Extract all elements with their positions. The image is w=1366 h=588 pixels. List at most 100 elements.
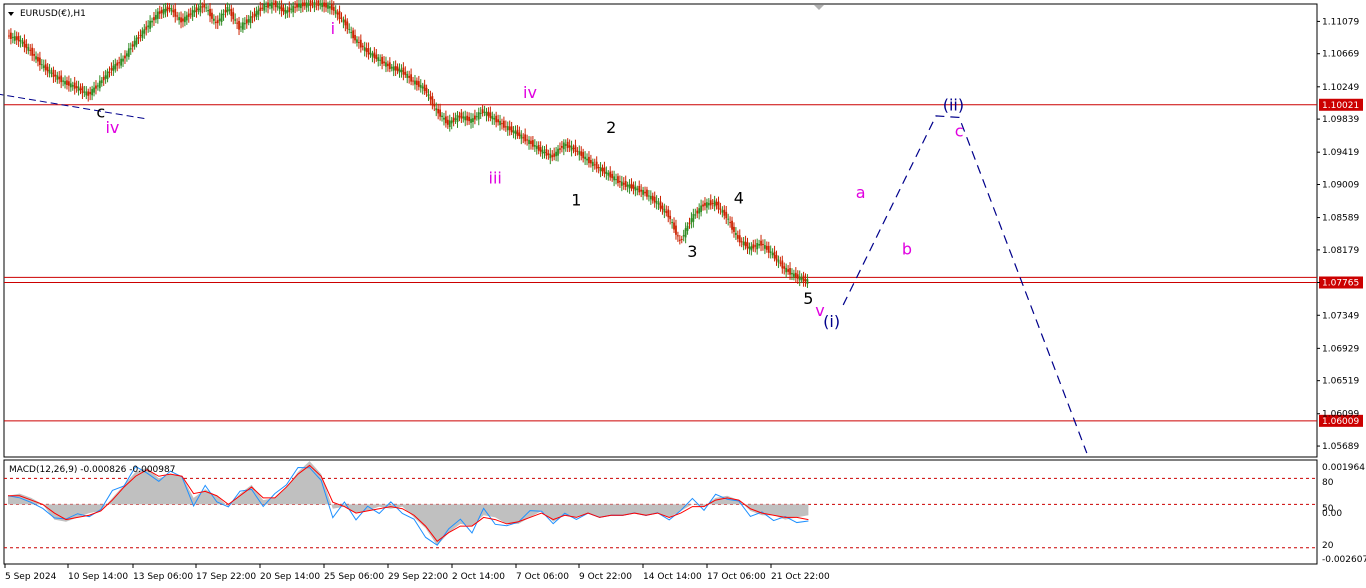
candle-body bbox=[673, 222, 675, 230]
candle-body bbox=[435, 108, 438, 111]
wave-label[interactable]: (i) bbox=[823, 312, 840, 331]
candle-body bbox=[740, 241, 743, 243]
candle-body bbox=[717, 201, 720, 210]
candle-body bbox=[232, 12, 235, 20]
candle-body bbox=[73, 82, 76, 89]
candle-body bbox=[404, 71, 407, 75]
candle-body bbox=[518, 132, 521, 137]
candle-body bbox=[58, 76, 61, 80]
candle-body bbox=[392, 66, 395, 71]
candle-body bbox=[17, 35, 20, 42]
candle-body bbox=[603, 167, 606, 174]
candle-body bbox=[555, 151, 557, 157]
candle-body bbox=[599, 167, 602, 172]
candle-body bbox=[651, 195, 654, 201]
candle-body bbox=[574, 145, 577, 152]
candle-body bbox=[425, 87, 428, 94]
candle-body bbox=[313, 1, 316, 8]
wave-label[interactable]: iv bbox=[105, 118, 119, 137]
candle-body bbox=[356, 39, 358, 43]
candle-body bbox=[151, 20, 153, 23]
candle-body bbox=[251, 16, 254, 18]
candle-body bbox=[100, 80, 103, 84]
wave-label[interactable]: c bbox=[955, 121, 964, 140]
wave-label[interactable]: a bbox=[856, 183, 866, 202]
price-level-tag-text: 1.07765 bbox=[1322, 278, 1359, 288]
candle-body bbox=[180, 17, 182, 23]
candle-body bbox=[344, 19, 347, 26]
candle-body bbox=[91, 89, 93, 96]
candle-body bbox=[704, 202, 706, 206]
candle-body bbox=[400, 69, 403, 72]
candle-body bbox=[559, 148, 561, 150]
candle-body bbox=[50, 72, 53, 74]
candle-body bbox=[576, 150, 579, 152]
candle-body bbox=[139, 34, 142, 36]
candle-body bbox=[731, 220, 733, 230]
candle-body bbox=[383, 61, 385, 64]
candle-body bbox=[338, 11, 341, 19]
candle-body bbox=[448, 120, 451, 128]
candle-body bbox=[545, 149, 548, 156]
candle-body bbox=[744, 241, 747, 247]
candle-body bbox=[735, 232, 737, 235]
candle-body bbox=[340, 17, 343, 19]
x-tick-label: 5 Sep 2024 bbox=[5, 572, 57, 582]
candle-body bbox=[802, 275, 805, 282]
y-tick-label: 1.06929 bbox=[1322, 344, 1359, 354]
candle-body bbox=[31, 47, 34, 56]
candle-body bbox=[508, 126, 511, 131]
candle-body bbox=[474, 115, 476, 120]
candle-body bbox=[296, 3, 298, 8]
candle-body bbox=[692, 213, 695, 222]
wave-label[interactable]: b bbox=[902, 240, 912, 259]
candle-body bbox=[433, 103, 436, 107]
candle-body bbox=[762, 243, 764, 246]
candle-body bbox=[551, 155, 554, 158]
candle-body bbox=[504, 126, 507, 128]
candle-body bbox=[242, 22, 244, 30]
candle-body bbox=[358, 42, 360, 44]
y-tick-label: 1.06099 bbox=[1322, 410, 1359, 420]
candle-body bbox=[135, 37, 138, 45]
candle-body bbox=[591, 161, 594, 167]
candle-body bbox=[257, 9, 260, 15]
candle-body bbox=[665, 211, 668, 213]
x-tick-label: 21 Oct 22:00 bbox=[771, 572, 830, 582]
candle-body bbox=[793, 273, 795, 277]
candle-body bbox=[369, 52, 372, 55]
candle-body bbox=[568, 145, 571, 148]
wave-label[interactable]: 2 bbox=[606, 118, 616, 137]
candle-body bbox=[261, 7, 264, 9]
wave-label[interactable]: 1 bbox=[571, 191, 581, 210]
wave-label[interactable]: i bbox=[331, 19, 335, 38]
candle-body bbox=[203, 3, 206, 8]
candle-body bbox=[298, 4, 300, 8]
candle-body bbox=[760, 240, 762, 246]
wave-label[interactable]: c bbox=[96, 102, 105, 121]
candle-body bbox=[350, 32, 353, 34]
price-y-axis: 1.100211.077651.060091.110791.106691.102… bbox=[1317, 17, 1363, 452]
candle-body bbox=[798, 276, 801, 281]
candle-body bbox=[68, 81, 70, 86]
candle-body bbox=[346, 21, 349, 30]
candle-body bbox=[46, 66, 49, 72]
symbol-header[interactable]: EURUSD(€),H1 bbox=[8, 9, 86, 19]
wave-label[interactable]: (ii) bbox=[943, 95, 964, 114]
candle-body bbox=[23, 40, 26, 48]
candle-body bbox=[303, 2, 306, 6]
wave-label[interactable]: iii bbox=[489, 169, 502, 188]
wave-label[interactable]: iv bbox=[523, 83, 537, 102]
candle-body bbox=[240, 26, 242, 28]
wave-label[interactable]: 4 bbox=[734, 188, 744, 207]
candle-body bbox=[617, 176, 619, 184]
candle-body bbox=[371, 53, 374, 57]
candle-body bbox=[245, 19, 248, 24]
candle-body bbox=[715, 201, 718, 206]
wave-label[interactable]: 3 bbox=[687, 242, 697, 261]
candle-body bbox=[315, 3, 318, 5]
wave-label[interactable]: 5 bbox=[803, 289, 813, 308]
candle-body bbox=[727, 218, 730, 220]
price-level-tag-text: 1.10021 bbox=[1322, 101, 1359, 111]
candle-body bbox=[149, 20, 151, 29]
